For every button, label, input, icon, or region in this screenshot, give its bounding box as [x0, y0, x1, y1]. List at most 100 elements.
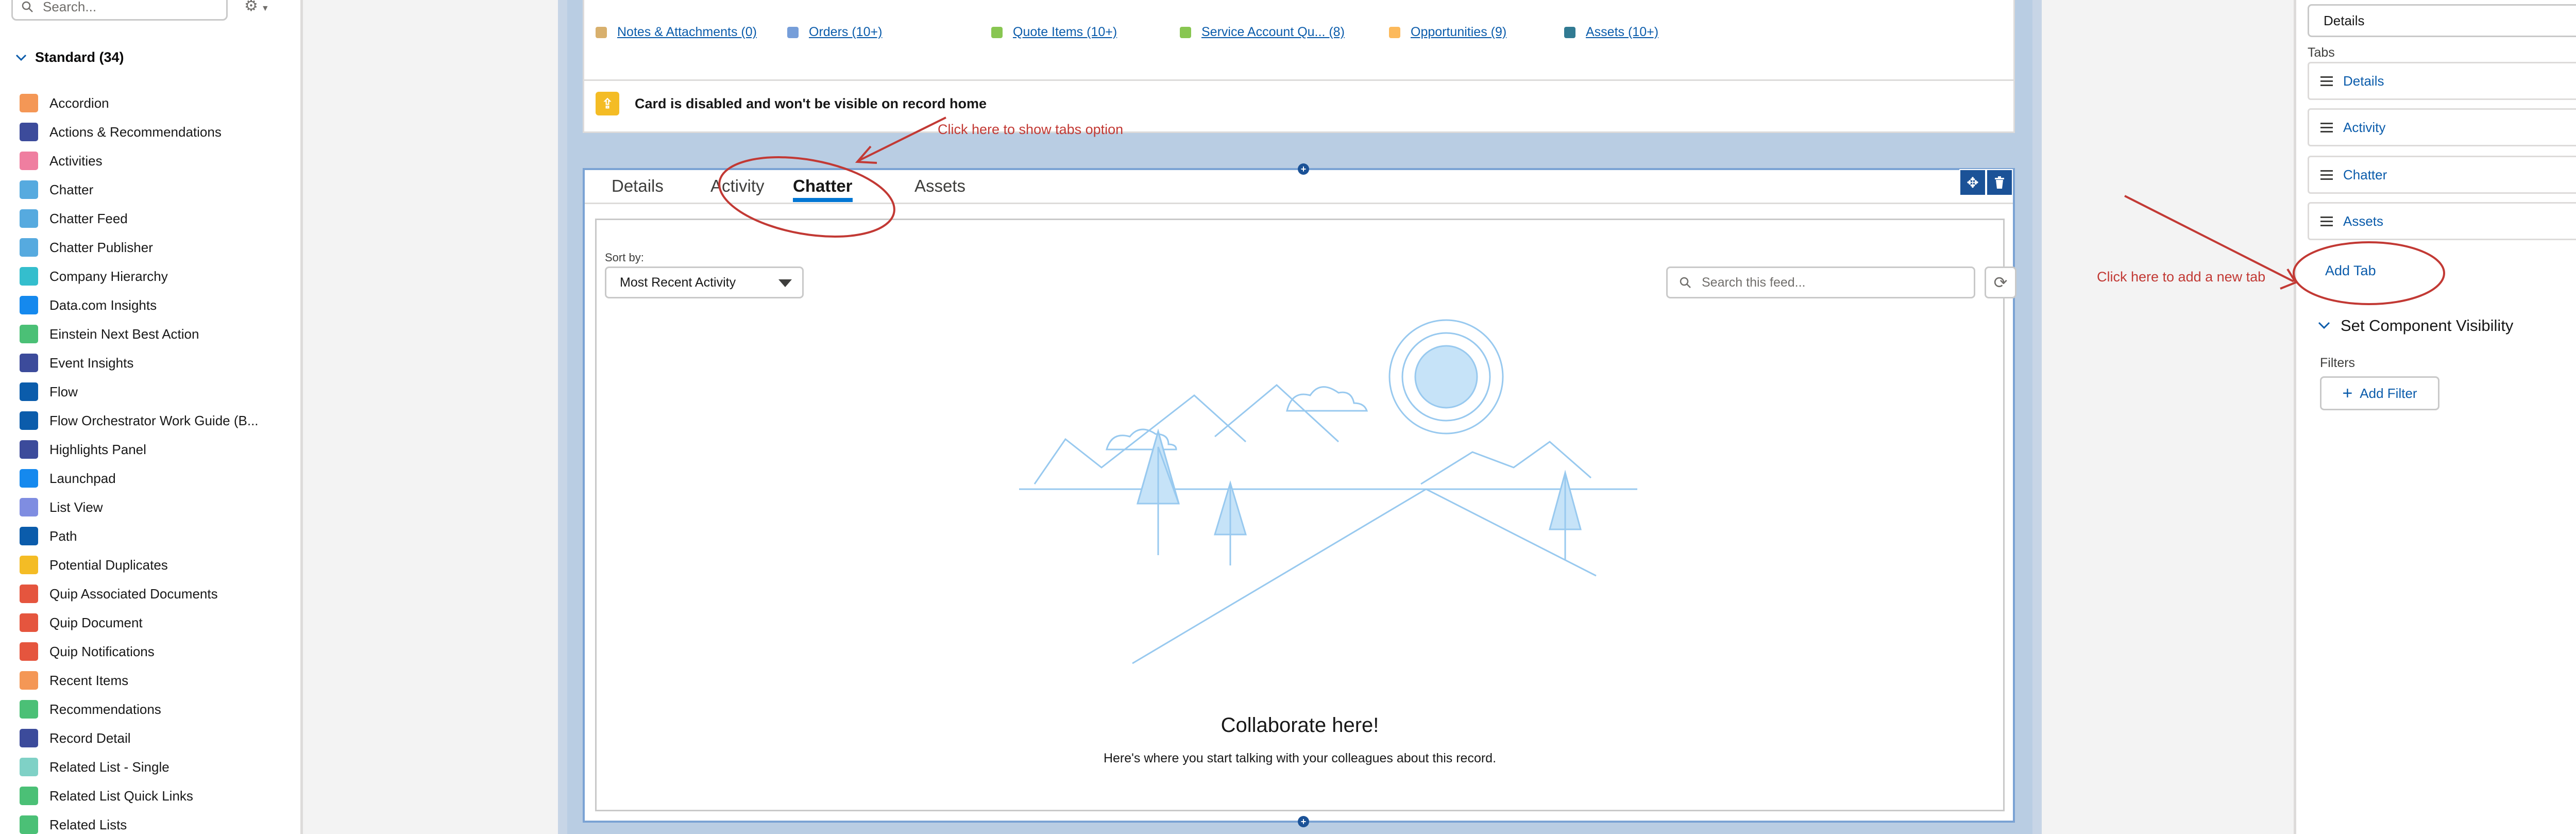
component-item[interactable]: Related List Quick Links	[20, 781, 259, 810]
delete-icon[interactable]	[1986, 169, 2013, 196]
component-item[interactable]: Accordion	[20, 89, 259, 118]
component-label: Record Detail	[49, 730, 131, 746]
actions-icon	[20, 123, 38, 141]
tab-bar: Details Activity Chatter Assets ✥	[585, 169, 2013, 204]
related-link[interactable]: Opportunities (9)	[1389, 25, 1506, 40]
tab-assets[interactable]: Assets	[914, 176, 965, 196]
related-link-label: Orders (10+)	[809, 25, 883, 39]
component-label: Flow	[49, 383, 78, 399]
component-label: Flow Orchestrator Work Guide (B...	[49, 412, 259, 428]
standard-section-toggle[interactable]: Standard (34)	[15, 49, 124, 65]
component-item[interactable]: Related Lists	[20, 810, 259, 834]
component-item[interactable]: Data.com Insights	[20, 291, 259, 320]
highlights-icon	[20, 440, 38, 459]
sort-select[interactable]: Most Recent Activity	[605, 266, 804, 298]
component-item[interactable]: Chatter	[20, 175, 259, 204]
search-icon	[22, 1, 33, 12]
component-label: Event Insights	[49, 355, 134, 371]
component-item[interactable]: Event Insights	[20, 348, 259, 377]
component-item[interactable]: Quip Associated Documents	[20, 579, 259, 608]
component-label: Related List Quick Links	[49, 788, 193, 804]
component-item[interactable]: Highlights Panel	[20, 435, 259, 464]
feed-search-placeholder: Search this feed...	[1702, 275, 1806, 290]
tab-config-label[interactable]: Assets	[2343, 213, 2383, 229]
component-item[interactable]: Launchpad	[20, 464, 259, 493]
tab-config-row[interactable]: Assets×	[2308, 202, 2576, 240]
quip-document-icon	[20, 613, 38, 632]
tab-config-label[interactable]: Details	[2343, 73, 2384, 89]
tab-config-label[interactable]: Activity	[2343, 120, 2385, 136]
related-object-icon	[596, 26, 607, 38]
tab-config-label[interactable]: Chatter	[2343, 167, 2387, 183]
plus-icon: +	[2342, 383, 2353, 403]
component-item[interactable]: Recent Items	[20, 666, 259, 695]
component-label: Potential Duplicates	[49, 557, 168, 573]
tab-activity[interactable]: Activity	[710, 176, 765, 196]
hierarchy-icon	[20, 267, 38, 286]
add-component-below-icon[interactable]: +	[1298, 816, 1309, 827]
component-item[interactable]: Activities	[20, 146, 259, 175]
component-label: Activities	[49, 153, 103, 169]
quip-icon	[20, 585, 38, 603]
related-object-icon	[1564, 26, 1575, 38]
related-list-quick-links-card[interactable]: Notes & Attachments (0) Orders (10+) Quote…	[583, 0, 2015, 133]
annotation-tabs-option: Click here to show tabs option	[938, 122, 1124, 137]
component-item[interactable]: Recommendations	[20, 695, 259, 724]
component-label: List View	[49, 499, 103, 515]
section-title: Standard (34)	[35, 49, 124, 65]
flow-icon	[20, 382, 38, 401]
related-link[interactable]: Service Account Qu... (8)	[1180, 25, 1345, 40]
chevron-down-icon: ▼	[261, 4, 269, 13]
component-item[interactable]: Flow	[20, 377, 259, 406]
tab-config-row[interactable]: Details×	[2308, 62, 2576, 100]
related-link-label: Service Account Qu... (8)	[1201, 25, 1345, 39]
component-item[interactable]: Record Detail	[20, 724, 259, 753]
component-item[interactable]: Potential Duplicates	[20, 551, 259, 579]
component-item[interactable]: Quip Notifications	[20, 637, 259, 666]
dropdown-arrow-icon	[778, 279, 792, 287]
visibility-title: Set Component Visibility	[2341, 316, 2514, 335]
tab-config-row[interactable]: Chatter×	[2308, 156, 2576, 194]
component-item[interactable]: Related List - Single	[20, 753, 259, 781]
component-item[interactable]: Chatter Publisher	[20, 233, 259, 262]
visibility-section-toggle[interactable]: Set Component Visibility	[2318, 316, 2513, 335]
drag-handle-icon[interactable]	[2320, 122, 2333, 132]
related-object-icon	[787, 26, 799, 38]
related-link[interactable]: Orders (10+)	[787, 25, 882, 40]
component-item[interactable]: Chatter Feed	[20, 204, 259, 233]
component-label: Einstein Next Best Action	[49, 326, 199, 342]
drag-handle-icon[interactable]	[2320, 216, 2333, 226]
add-filter-label: Add Filter	[2360, 385, 2417, 401]
tabs-component[interactable]: + Details Activity Chatter Assets ✥ Sort…	[583, 163, 2016, 827]
tab-config-row[interactable]: Activity×	[2308, 108, 2576, 146]
tabs-label: Tabs	[2308, 45, 2335, 60]
drag-handle-icon[interactable]	[2320, 170, 2333, 180]
feed-search-input[interactable]: Search this feed...	[1666, 266, 1975, 298]
move-icon[interactable]: ✥	[1959, 169, 1986, 196]
refresh-button[interactable]: ⟳	[1985, 266, 2016, 298]
component-label: Accordion	[49, 95, 109, 111]
gear-icon: ⚙	[244, 0, 258, 14]
related-link[interactable]: Assets (10+)	[1564, 25, 1658, 40]
tab-details[interactable]: Details	[612, 176, 664, 196]
component-item[interactable]: List View	[20, 493, 259, 522]
orchestrator-icon	[20, 411, 38, 430]
component-item[interactable]: Einstein Next Best Action	[20, 320, 259, 348]
component-item[interactable]: Company Hierarchy	[20, 262, 259, 291]
tab-chatter[interactable]: Chatter	[793, 176, 853, 202]
related-object-icon	[1180, 26, 1191, 38]
add-filter-button[interactable]: + Add Filter	[2320, 376, 2439, 410]
related-link[interactable]: Quote Items (10+)	[991, 25, 1117, 40]
component-item[interactable]: Flow Orchestrator Work Guide (B...	[20, 406, 259, 435]
add-tab-button[interactable]: Add Tab	[2325, 263, 2376, 279]
component-search-input[interactable]: Search...	[11, 0, 228, 21]
component-item[interactable]: Actions & Recommendations	[20, 118, 259, 146]
warning-icon: ⇪	[596, 92, 619, 115]
related-link-label: Notes & Attachments (0)	[617, 25, 757, 39]
component-item[interactable]: Quip Document	[20, 608, 259, 637]
drag-handle-icon[interactable]	[2320, 76, 2333, 86]
settings-menu-button[interactable]: ⚙ ▼	[244, 0, 269, 15]
component-item[interactable]: Path	[20, 522, 259, 551]
default-tab-select[interactable]: Details ▲▼	[2308, 4, 2576, 37]
related-link[interactable]: Notes & Attachments (0)	[596, 25, 757, 40]
